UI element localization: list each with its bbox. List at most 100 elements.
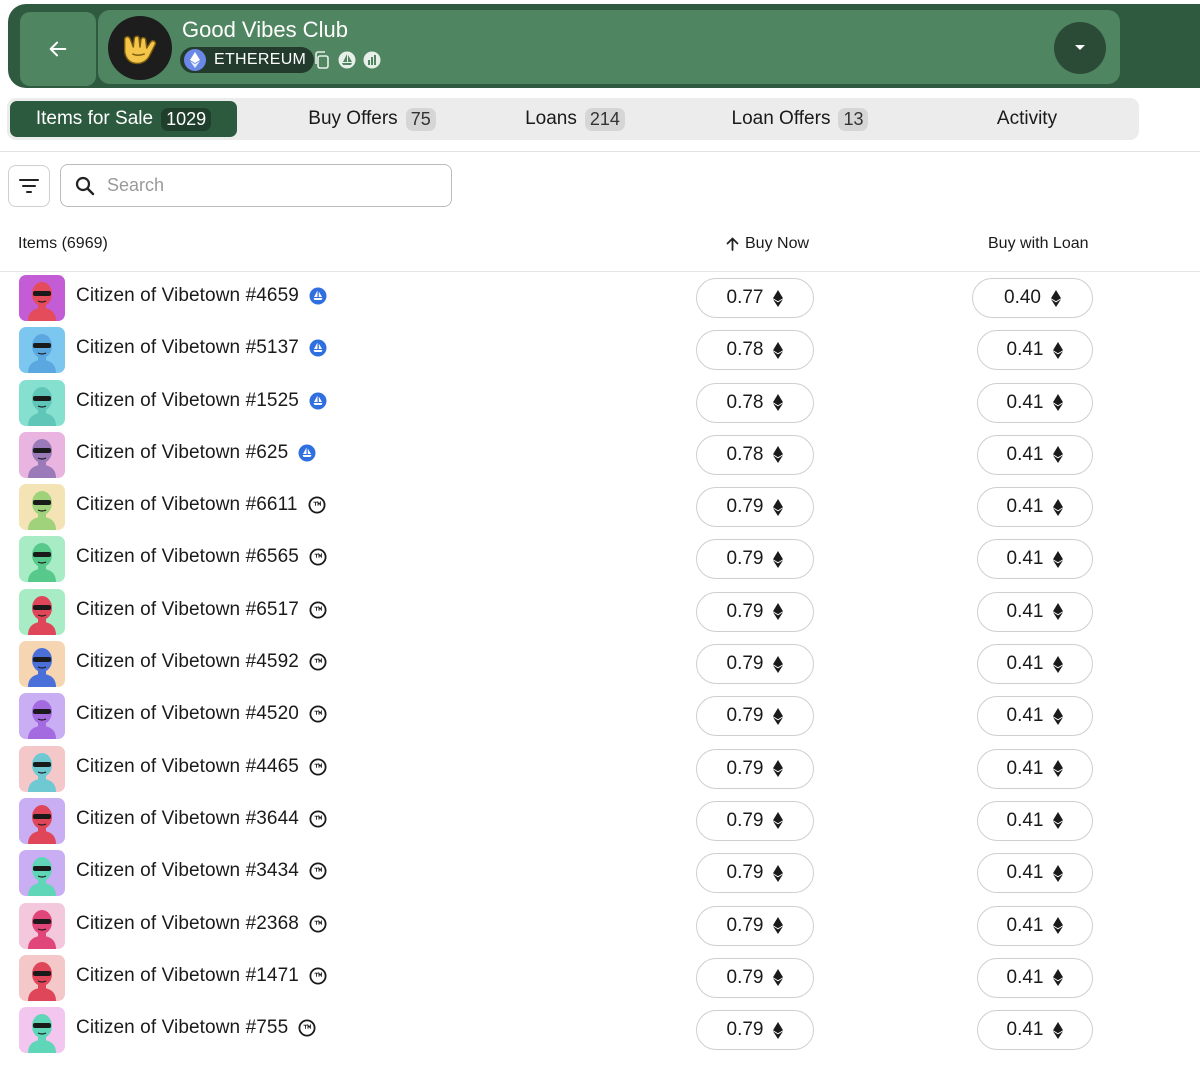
nft-avatar [19,484,65,531]
buy-now-price: 0.79 [726,653,764,675]
ethereum-icon [773,603,784,621]
marketplace-icon [309,653,327,671]
table-row[interactable]: Citizen of Vibetown #755 0.79 0.41 [0,1004,1200,1056]
nft-avatar [19,536,65,583]
buy-now-button[interactable]: 0.78 [696,382,814,423]
column-header-buy-now[interactable]: Buy Now [726,235,809,253]
ethereum-icon [1053,1021,1064,1039]
nft-avatar [19,902,65,949]
buy-with-loan-button[interactable]: 0.41 [977,957,1093,998]
item-name[interactable]: Citizen of Vibetown #755 [76,1017,316,1039]
opensea-icon[interactable] [337,50,356,69]
buy-with-loan-button[interactable]: 0.41 [977,487,1093,528]
stats-icon[interactable] [362,50,381,69]
tab-items-for-sale[interactable]: Items for Sale 1029 [10,101,237,137]
buy-now-button[interactable]: 0.79 [696,644,814,685]
table-row[interactable]: Citizen of Vibetown #1525 0.78 0.41 [0,377,1200,429]
item-name[interactable]: Citizen of Vibetown #4465 [76,756,327,778]
back-button[interactable] [20,12,96,86]
buy-with-loan-button[interactable]: 0.41 [977,853,1093,894]
table-row[interactable]: Citizen of Vibetown #6611 0.79 0.41 [0,481,1200,533]
item-name-text: Citizen of Vibetown #6565 [76,546,299,568]
item-name-text: Citizen of Vibetown #4520 [76,703,299,725]
nft-avatar [19,379,65,426]
item-name[interactable]: Citizen of Vibetown #6517 [76,599,327,621]
item-name-text: Citizen of Vibetown #3434 [76,860,299,882]
table-row[interactable]: Citizen of Vibetown #4659 0.77 0.40 [0,272,1200,324]
item-name[interactable]: Citizen of Vibetown #3434 [76,860,327,882]
item-name[interactable]: Citizen of Vibetown #4520 [76,703,327,725]
buy-now-button[interactable]: 0.79 [696,696,814,737]
table-row[interactable]: Citizen of Vibetown #4465 0.79 0.41 [0,743,1200,795]
buy-with-loan-button[interactable]: 0.41 [977,382,1093,423]
buy-with-loan-button[interactable]: 0.41 [977,696,1093,737]
buy-with-loan-button[interactable]: 0.41 [977,1010,1093,1051]
ethereum-icon [773,760,784,778]
tab-count: 13 [838,107,869,131]
item-name[interactable]: Citizen of Vibetown #5137 [76,337,327,359]
table-row[interactable]: Citizen of Vibetown #625 0.78 0.41 [0,429,1200,481]
table-row[interactable]: Citizen of Vibetown #3434 0.79 0.41 [0,847,1200,899]
buy-with-loan-button[interactable]: 0.41 [977,800,1093,841]
item-name[interactable]: Citizen of Vibetown #4592 [76,651,327,673]
buy-now-button[interactable]: 0.79 [696,800,814,841]
item-name-text: Citizen of Vibetown #4659 [76,285,299,306]
header-icon-group [312,50,381,69]
buy-now-button[interactable]: 0.79 [696,853,814,894]
item-name[interactable]: Citizen of Vibetown #6611 [76,494,326,516]
item-name[interactable]: Citizen of Vibetown #1525 [76,390,327,412]
buy-now-button[interactable]: 0.79 [696,1010,814,1051]
item-name[interactable]: Citizen of Vibetown #625 [76,442,316,464]
buy-with-loan-price: 0.41 [1006,653,1044,675]
item-name[interactable]: Citizen of Vibetown #2368 [76,913,327,935]
buy-now-price: 0.79 [726,809,764,831]
buy-with-loan-button[interactable]: 0.41 [977,748,1093,789]
buy-with-loan-button[interactable]: 0.41 [977,591,1093,632]
buy-with-loan-button[interactable]: 0.41 [977,905,1093,946]
item-name[interactable]: Citizen of Vibetown #3644 [76,808,327,830]
table-row[interactable]: Citizen of Vibetown #2368 0.79 0.41 [0,900,1200,952]
buy-now-button[interactable]: 0.79 [696,487,814,528]
ethereum-icon [1053,550,1064,568]
copy-icon[interactable] [312,50,331,69]
buy-with-loan-button[interactable]: 0.41 [977,539,1093,580]
buy-with-loan-button[interactable]: 0.41 [977,644,1093,685]
item-name-text: Citizen of Vibetown #6611 [76,494,298,516]
item-name[interactable]: Citizen of Vibetown #4659 [76,285,327,307]
buy-now-price: 0.79 [726,966,764,988]
nft-avatar [19,327,65,374]
item-name[interactable]: Citizen of Vibetown #1471 [76,965,327,987]
marketplace-icon [309,548,327,566]
table-row[interactable]: Citizen of Vibetown #3644 0.79 0.41 [0,795,1200,847]
table-row[interactable]: Citizen of Vibetown #6517 0.79 0.41 [0,586,1200,638]
buy-now-button[interactable]: 0.79 [696,591,814,632]
collection-dropdown-button[interactable] [1054,22,1106,74]
buy-now-button[interactable]: 0.79 [696,748,814,789]
nft-avatar [19,275,65,321]
buy-now-button[interactable]: 0.79 [696,905,814,946]
buy-with-loan-button[interactable]: 0.41 [977,434,1093,475]
table-row[interactable]: Citizen of Vibetown #1471 0.79 0.41 [0,952,1200,1004]
table-row[interactable]: Citizen of Vibetown #6565 0.79 0.41 [0,533,1200,585]
tab-loans[interactable]: Loans 214 [507,98,643,140]
search-box[interactable] [60,164,452,207]
buy-with-loan-button[interactable]: 0.41 [977,330,1093,371]
buy-now-button[interactable]: 0.77 [696,278,814,318]
buy-now-button[interactable]: 0.78 [696,330,814,371]
buy-now-button[interactable]: 0.79 [696,539,814,580]
buy-now-button[interactable]: 0.79 [696,957,814,998]
tab-loan-offers[interactable]: Loan Offers 13 [643,98,957,140]
filter-button[interactable] [8,165,50,207]
marketplace-icon [309,915,327,933]
buy-with-loan-button[interactable]: 0.40 [972,278,1093,318]
item-name[interactable]: Citizen of Vibetown #6565 [76,546,327,568]
ethereum-icon [1053,655,1064,673]
buy-now-button[interactable]: 0.78 [696,434,814,475]
tab-buy-offers[interactable]: Buy Offers 75 [237,98,507,140]
tab-activity[interactable]: Activity [957,98,1097,140]
buy-with-loan-price: 0.41 [1006,496,1044,518]
table-row[interactable]: Citizen of Vibetown #4520 0.79 0.41 [0,690,1200,742]
table-row[interactable]: Citizen of Vibetown #4592 0.79 0.41 [0,638,1200,690]
table-row[interactable]: Citizen of Vibetown #5137 0.78 0.41 [0,324,1200,376]
search-input[interactable] [107,175,427,196]
